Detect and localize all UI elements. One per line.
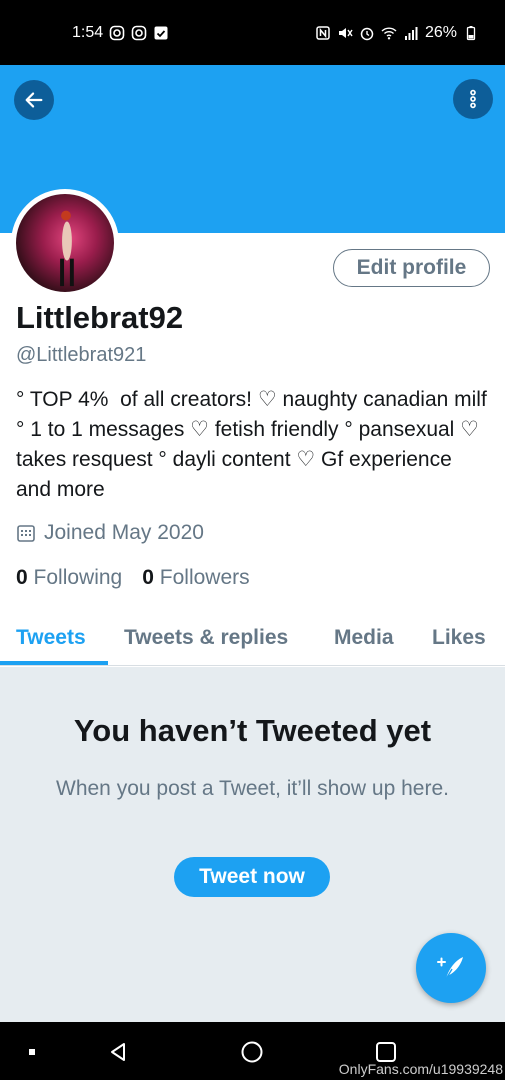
- following-count: 0: [16, 566, 28, 589]
- instagram-icon: [109, 25, 125, 41]
- profile-tabs: Tweets Tweets & replies Media Likes: [0, 616, 505, 666]
- active-tab-indicator: [0, 661, 108, 665]
- status-bar: 1:54 26%: [0, 0, 505, 65]
- home-button[interactable]: [240, 1040, 264, 1064]
- edit-profile-button[interactable]: Edit profile: [333, 249, 490, 287]
- alarm-icon: [359, 25, 375, 41]
- follow-stats: 0 Following 0 Followers: [16, 566, 250, 590]
- joined-date: Joined May 2020: [16, 521, 204, 545]
- wifi-icon: [381, 25, 397, 41]
- tweet-now-button[interactable]: Tweet now: [174, 857, 330, 897]
- status-right: 26%: [315, 24, 479, 42]
- nav-back-button[interactable]: [106, 1040, 130, 1064]
- watermark: OnlyFans.com/u19939248: [338, 1061, 503, 1077]
- back-icon: [111, 1043, 125, 1061]
- status-time: 1:54: [72, 23, 104, 41]
- compose-tweet-icon: [437, 957, 463, 980]
- display-name: Littlebrat92: [16, 300, 184, 335]
- tab-media[interactable]: Media: [334, 626, 394, 650]
- back-button[interactable]: [14, 80, 54, 120]
- tab-likes[interactable]: Likes: [432, 626, 486, 650]
- followers-count: 0: [142, 566, 154, 589]
- checkbox-icon: [153, 25, 169, 41]
- followers-link[interactable]: 0 Followers: [142, 566, 249, 590]
- battery-percent: 26%: [424, 23, 457, 41]
- system-nav-bar: OnlyFans.com/u19939248: [0, 1022, 505, 1080]
- instagram-icon: [131, 25, 147, 41]
- nfc-icon: [315, 25, 331, 41]
- arrow-left-icon: [25, 92, 43, 108]
- following-link[interactable]: 0 Following: [16, 566, 122, 590]
- signal-icon: [403, 25, 419, 41]
- recents-button[interactable]: [20, 1040, 44, 1064]
- tab-tweets-replies[interactable]: Tweets & replies: [124, 626, 288, 650]
- followers-label: Followers: [159, 566, 250, 589]
- recents-icon: [29, 1049, 35, 1055]
- joined-label: Joined May 2020: [44, 521, 204, 544]
- profile-bio: ° TOP 4% of all creators! ♡ naughty cana…: [16, 388, 493, 501]
- more-vertical-icon: [470, 89, 476, 109]
- following-label: Following: [33, 566, 123, 589]
- status-left: 1:54: [72, 24, 169, 42]
- battery-icon: [463, 25, 479, 41]
- tab-tweets[interactable]: Tweets: [16, 626, 86, 650]
- mute-icon: [337, 25, 353, 41]
- avatar-photo: [60, 210, 74, 287]
- empty-state-subtitle: When you post a Tweet, it’ll show up her…: [56, 777, 449, 800]
- more-options-button[interactable]: [453, 79, 493, 119]
- calendar-icon: [17, 525, 35, 542]
- avatar[interactable]: [11, 189, 119, 297]
- compose-tweet-button[interactable]: [416, 933, 486, 1003]
- user-handle: @Littlebrat921: [16, 344, 147, 366]
- empty-state-title: You haven’t Tweeted yet: [73, 713, 432, 748]
- home-icon: [241, 1041, 263, 1063]
